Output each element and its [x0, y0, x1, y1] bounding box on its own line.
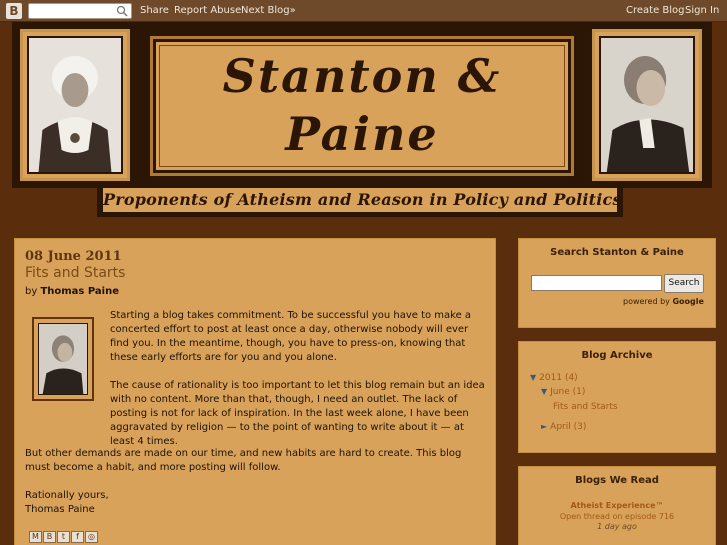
post-signoff: Rationally yours, [25, 490, 109, 501]
post-paragraph: Starting a blog takes commitment. To be … [110, 310, 472, 363]
archive-widget-title: Blog Archive [581, 350, 653, 361]
archive-month-label[interactable]: April [550, 422, 571, 432]
paine-thumbnail-image [39, 324, 87, 394]
blogroll-post-link[interactable]: Open thread on episode 716 [519, 512, 715, 521]
google-logo: Google [672, 297, 704, 306]
powered-by-label: powered by [623, 297, 670, 306]
facebook-icon[interactable]: f [71, 531, 84, 543]
blogroll-age: 1 day ago [597, 522, 637, 531]
expand-triangle-icon[interactable]: ▼ [541, 387, 547, 396]
archive-year[interactable]: ▼ 2011 (4) [530, 373, 578, 383]
archive-post-link[interactable]: Fits and Starts [553, 402, 618, 412]
archive-month-count: (3) [573, 422, 587, 432]
share-buttons: M B t f ◎ [29, 531, 98, 545]
post-paragraph: The cause of rationality is too importan… [110, 380, 485, 447]
post-title[interactable]: Fits and Starts [25, 265, 125, 281]
archive-year-label[interactable]: 2011 [539, 373, 562, 383]
search-button[interactable]: Search [664, 274, 704, 293]
post-area: 08 June 2011 Fits and Starts by Thomas P… [14, 238, 496, 545]
email-icon[interactable]: M [29, 531, 42, 543]
paine-portrait [592, 29, 702, 181]
archive-month-count: (1) [572, 387, 586, 397]
report-abuse-link[interactable]: Report Abuse [174, 5, 241, 16]
twitter-icon[interactable]: t [57, 531, 70, 543]
blogger-icon[interactable]: B [43, 531, 56, 543]
paine-portrait-image [601, 38, 693, 172]
blog-title-line1[interactable]: Stanton & [153, 49, 571, 103]
blogs-widget: Blogs We Read Atheist Experience™ Open t… [518, 466, 716, 545]
search-input[interactable] [531, 275, 662, 291]
post-paragraph: But other demands are made on our time, … [25, 448, 462, 473]
blogger-navbar: B Share Report Abuse Next Blog» Create B… [0, 0, 727, 22]
post-author-image[interactable] [32, 317, 94, 401]
create-blog-link[interactable]: Create Blog [626, 5, 685, 16]
stanton-portrait-image [29, 38, 121, 172]
buzz-icon[interactable]: ◎ [85, 531, 98, 543]
blogs-widget-title: Blogs We Read [575, 475, 659, 486]
subtitle-bar: Proponents of Atheism and Reason in Poli… [97, 185, 623, 217]
post-byline: by Thomas Paine [25, 286, 119, 297]
search-icon[interactable] [116, 5, 128, 17]
blogger-logo-icon[interactable]: B [6, 3, 22, 19]
stanton-portrait [20, 29, 130, 181]
post-date: 08 June 2011 [25, 249, 122, 264]
blog-description: Proponents of Atheism and Reason in Poli… [103, 188, 621, 212]
blogroll-link[interactable]: Atheist Experience™ [519, 501, 715, 510]
sign-in-link[interactable]: Sign In [685, 5, 719, 16]
archive-month-june[interactable]: ▼ June (1) [541, 387, 585, 397]
archive-month-april[interactable]: ► April (3) [541, 422, 586, 432]
search-widget: Search Stanton & Paine Search powered by… [518, 238, 716, 328]
navbar-search-input[interactable] [28, 3, 132, 19]
expand-triangle-icon[interactable]: ▼ [530, 373, 536, 382]
title-panel: Stanton & Paine [150, 36, 574, 176]
archive-widget: Blog Archive ▼ 2011 (4) ▼ June (1) Fits an… [518, 341, 716, 453]
powered-by-google: powered by Google [623, 297, 704, 306]
blog-title-line2[interactable]: Paine [153, 107, 571, 161]
post-author: Thomas Paine [40, 286, 120, 297]
next-blog-link[interactable]: Next Blog» [241, 5, 296, 16]
search-widget-title: Search Stanton & Paine [550, 247, 684, 258]
archive-month-label[interactable]: June [550, 387, 570, 397]
archive-year-count: (4) [564, 373, 578, 383]
collapse-triangle-icon[interactable]: ► [541, 422, 547, 431]
post-signature: Thomas Paine [25, 504, 95, 515]
byline-prefix: by [25, 286, 38, 297]
share-link[interactable]: Share [140, 5, 169, 16]
